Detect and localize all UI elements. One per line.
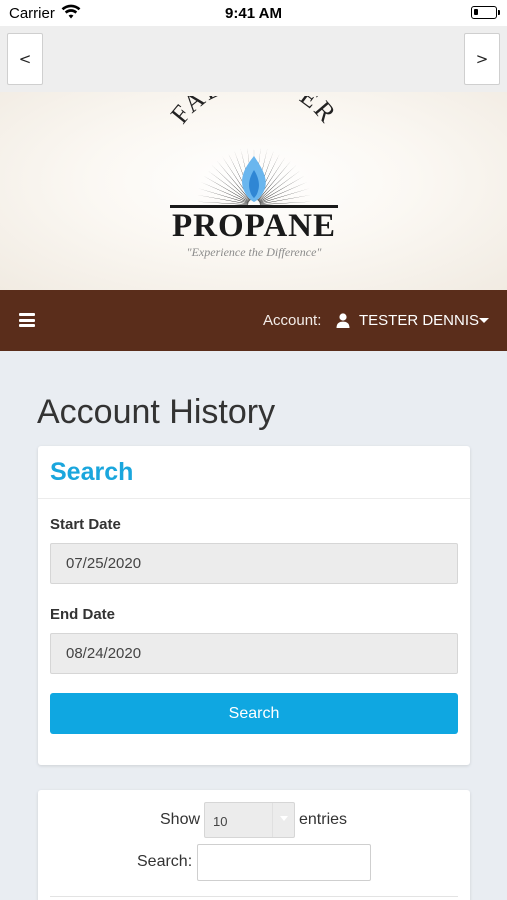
search-card-header: Search: [38, 446, 470, 499]
battery-icon: [471, 6, 497, 19]
status-bar: Carrier 9:41 AM: [0, 0, 507, 26]
hamburger-icon[interactable]: [19, 313, 35, 327]
end-date-label: End Date: [50, 606, 116, 623]
browser-nav-bar: < >: [0, 26, 507, 92]
entries-select[interactable]: 10: [204, 802, 295, 838]
logo-tagline: "Experience the Difference": [187, 245, 323, 259]
sun-ray: [198, 188, 249, 204]
search-card-title: Search: [50, 458, 134, 486]
table-search-input[interactable]: [197, 844, 371, 881]
site-menu-bar: Account: TESTER DENNIS: [0, 290, 507, 351]
svg-text:FALL RIVER: FALL RIVER: [165, 96, 343, 129]
account-label: Account:: [263, 312, 322, 329]
sun-ray: [196, 201, 249, 205]
chevron-down-icon: [280, 816, 288, 821]
page-title: Account History: [37, 393, 276, 431]
battery-cap: [498, 10, 500, 15]
results-table-card: Show 10 entries Search:: [38, 790, 470, 900]
sun-ray: [259, 201, 312, 205]
sun-ray: [259, 194, 312, 205]
caret-down-icon[interactable]: [479, 318, 489, 323]
forward-button[interactable]: >: [464, 33, 500, 85]
sun-ray: [196, 194, 249, 205]
show-label: Show: [160, 811, 201, 828]
user-icon: [336, 313, 350, 328]
start-date-label: Start Date: [50, 516, 121, 533]
entries-label: entries: [299, 811, 348, 828]
account-dropdown[interactable]: TESTER DENNIS: [359, 312, 479, 329]
logo-top-text: FALL RIVER: [165, 96, 341, 129]
sun-ray: [259, 176, 305, 203]
back-button[interactable]: <: [7, 33, 43, 85]
search-card: Search Start Date 07/25/2020 End Date 08…: [38, 446, 470, 765]
table-search-label: Search:: [137, 853, 193, 870]
table-header-divider: [50, 896, 458, 897]
select-arrow-box: [272, 803, 294, 837]
start-date-input[interactable]: 07/25/2020: [50, 543, 458, 584]
logo-main-text: PROPANE: [172, 208, 336, 244]
fall-river-propane-logo: FALL RIVER PROPANE "Experience the Diffe…: [165, 96, 343, 259]
sun-ray: [259, 188, 310, 204]
end-date-input[interactable]: 08/24/2020: [50, 633, 458, 674]
search-button[interactable]: Search: [50, 693, 458, 734]
entries-select-value: 10: [213, 814, 228, 829]
status-time: 9:41 AM: [225, 5, 282, 22]
